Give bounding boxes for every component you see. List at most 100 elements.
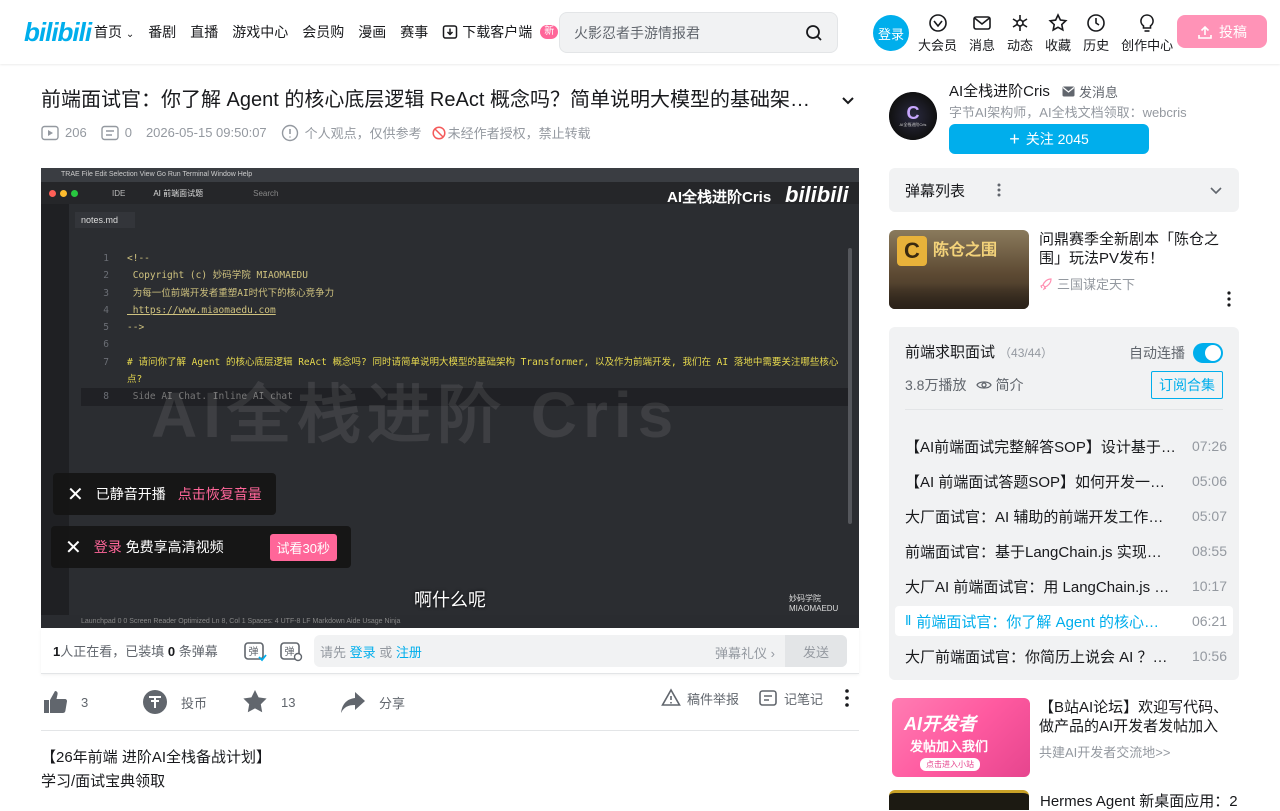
close-icon[interactable]: ✕ xyxy=(67,482,84,507)
code-text: <!-- xyxy=(127,253,150,264)
episode-item[interactable]: 大厂面试官：AI 辅助的前端开发工作… 05:07 xyxy=(895,501,1233,531)
playing-icon: Ⅱ xyxy=(905,613,912,628)
game-ad-card[interactable]: C 陈仓之围 问鼎赛季全新剧本「陈仓之围」玩法PV发布！ 三国谋定天下 xyxy=(889,230,1239,310)
video-watermark: AI全栈进阶Cris xyxy=(667,189,772,206)
danmaku-settings-icon[interactable]: 弹 xyxy=(279,639,303,663)
subscribe-collection-button[interactable]: 订阅合集 xyxy=(1151,371,1223,399)
download-icon xyxy=(443,25,458,39)
nav-manga[interactable]: 漫画 xyxy=(358,22,386,42)
restore-volume-link[interactable]: 点击恢复音量 xyxy=(178,484,262,504)
nav-mall[interactable]: 会员购 xyxy=(302,22,344,42)
note-icon xyxy=(759,690,777,706)
search-input[interactable]: 火影忍者手游情报君 xyxy=(574,23,805,43)
next-recommend-thumb xyxy=(889,790,1029,810)
uploader-name[interactable]: AI全栈进阶Cris xyxy=(949,80,1050,101)
ai-forum-ad-title[interactable]: 【B站AI论坛】欢迎写代码、做产品的AI开发者发帖加入 xyxy=(1039,698,1233,736)
main-nav: 首页 ⌄ 番剧 直播 游戏中心 会员购 漫画 赛事 下载客户端 新 xyxy=(94,22,559,42)
autoplay-toggle[interactable]: 自动连播 xyxy=(1129,343,1223,363)
search-box[interactable]: 火影忍者手游情报君 xyxy=(559,12,838,53)
nav-game-center[interactable]: 游戏中心 xyxy=(232,22,288,42)
creator-entry[interactable]: 创作中心 xyxy=(1121,13,1173,54)
pubdate: 2026-05-15 09:50:07 xyxy=(145,125,267,140)
autoplay-switch[interactable] xyxy=(1193,343,1223,363)
ide-tab: IDE xyxy=(112,188,126,198)
danmaku-input[interactable]: 请先 登录 或 注册 弹幕礼仪 › 发送 xyxy=(314,635,847,667)
collection-meta: 3.8万播放 简介 xyxy=(905,375,1024,395)
next-recommend-title: Hermes Agent 新桌面应用：2 xyxy=(1040,793,1238,810)
game-logo-icon: C xyxy=(897,236,927,266)
login-button[interactable]: 登录 xyxy=(873,15,909,51)
toolbar-divider xyxy=(41,730,859,731)
more-vertical-icon[interactable] xyxy=(1225,291,1233,307)
more-button[interactable] xyxy=(839,688,855,708)
ai-forum-ad-card[interactable]: AI开发者 发帖加入我们 点击进入小站 【B站AI论坛】欢迎写代码、做产品的AI… xyxy=(889,698,1239,778)
nav-live[interactable]: 直播 xyxy=(190,22,218,42)
dynamic-entry[interactable]: 动态 xyxy=(1007,13,1033,54)
danmaku-toggle-icon[interactable]: 弹 xyxy=(243,639,267,663)
vip-entry[interactable]: 大会员 xyxy=(918,13,957,54)
send-message-button[interactable]: 发消息 xyxy=(1062,82,1118,101)
like-button[interactable]: 3 xyxy=(41,688,88,716)
episode-item[interactable]: 前端面试官：基于LangChain.js 实现一… 08:55 xyxy=(895,536,1233,566)
expand-title-icon[interactable] xyxy=(840,92,856,108)
more-vertical-icon[interactable] xyxy=(993,182,1005,198)
uploader-description: 字节AI架构师，AI全栈文档领取：webcris xyxy=(949,105,1187,120)
episode-item[interactable]: 【AI前端面试完整解答SOP】设计基于… 07:26 xyxy=(895,431,1233,461)
collection-panel: 前端求职面试 （43/44） 自动连播 3.8万播放 简介 订阅合集 【AI前端面… xyxy=(889,327,1239,680)
vip-icon xyxy=(928,14,947,32)
video-player[interactable]: TRAE File Edit Selection View Go Run Ter… xyxy=(41,168,859,628)
video-description: 【26年前端 进阶AI全栈备战计划】 学习/面试宝典领取 xyxy=(41,749,272,790)
share-button[interactable]: 分享 xyxy=(339,688,405,716)
search-icon[interactable] xyxy=(805,24,823,42)
episode-item[interactable]: 大厂前端面试官：你简历上说会 AI ？… 10:56 xyxy=(895,641,1233,671)
avatar-logo-icon: C xyxy=(906,103,920,123)
play-count: 206 xyxy=(41,125,87,141)
big-watermark: AI全栈进阶 Cris xyxy=(151,379,680,451)
window-close-dot xyxy=(49,189,56,197)
danmaku-etiquette-link[interactable]: 弹幕礼仪 › xyxy=(715,643,775,662)
nav-download-client[interactable]: 下载客户端 新 xyxy=(442,22,559,42)
danmaku-login-link[interactable]: 登录 xyxy=(350,642,376,661)
episode-item-current[interactable]: Ⅱ 前端面试官：你了解 Agent 的核心… 06:21 xyxy=(895,606,1233,636)
video-title: 前端面试官：你了解 Agent 的核心底层逻辑 ReAct 概念吗？简单说明大模… xyxy=(41,89,821,111)
game-ad-title[interactable]: 问鼎赛季全新剧本「陈仓之围」玩法PV发布！ xyxy=(1039,230,1233,268)
forbid-icon xyxy=(432,125,446,140)
favorite-entry[interactable]: 收藏 xyxy=(1045,13,1071,54)
close-icon[interactable]: ✕ xyxy=(65,535,82,560)
favorite-button[interactable]: 13 xyxy=(241,688,295,716)
trial-button[interactable]: 试看30秒 xyxy=(269,533,337,561)
intro-link[interactable]: 简介 xyxy=(976,375,1023,395)
danmaku-list-panel[interactable]: 弹幕列表 xyxy=(889,168,1239,212)
line-number: 1 xyxy=(103,253,109,264)
window-zoom-dot xyxy=(71,189,78,197)
next-recommend-card[interactable]: Hermes Agent 新桌面应用：2 xyxy=(889,790,1239,810)
report-button[interactable]: 稿件举报 xyxy=(661,688,739,708)
coin-button[interactable]: 投币 xyxy=(141,688,207,716)
send-danmaku-button[interactable]: 发送 xyxy=(785,635,847,667)
eye-icon xyxy=(976,381,993,389)
episode-item[interactable]: 大厂AI 前端面试官：用 LangChain.js … 10:17 xyxy=(895,571,1233,601)
danmaku-register-link[interactable]: 注册 xyxy=(396,642,422,661)
uploader-avatar[interactable]: C AI全栈进阶Cris xyxy=(889,92,937,140)
code-text: 点? xyxy=(127,374,143,386)
bilibili-logo[interactable]: bilibili xyxy=(24,18,92,46)
history-entry[interactable]: 历史 xyxy=(1083,13,1109,54)
ai-forum-ad-sub: 共建AI开发者交流地>> xyxy=(1039,745,1171,760)
message-entry[interactable]: 消息 xyxy=(969,13,995,54)
follow-button[interactable]: + 关注 2045 xyxy=(949,124,1149,154)
collection-title[interactable]: 前端求职面试 （43/44） xyxy=(905,341,1053,362)
upload-button[interactable]: 投稿 xyxy=(1177,15,1267,48)
chevron-down-icon: ⌄ xyxy=(125,29,135,40)
toast-login-link[interactable]: 登录 xyxy=(94,539,122,555)
episode-item[interactable]: 【AI 前端面试答题SOP】如何开发一… 05:06 xyxy=(895,466,1233,496)
chevron-down-icon[interactable] xyxy=(1209,183,1223,197)
ide-statusbar: Launchpad 0 0 Screen Reader Optimized Ln… xyxy=(41,615,859,628)
notes-button[interactable]: 记笔记 xyxy=(758,688,823,708)
episode-duration: 10:17 xyxy=(1191,578,1227,594)
line-number: 7 xyxy=(103,356,109,368)
nav-home[interactable]: 首页 ⌄ xyxy=(94,22,134,42)
video-toolbar: 3 投币 13 分享 稿件举报 记笔记 xyxy=(41,688,859,720)
nav-esports[interactable]: 赛事 xyxy=(400,22,428,42)
line-number: 6 xyxy=(103,339,109,351)
nav-anime[interactable]: 番剧 xyxy=(148,22,176,42)
